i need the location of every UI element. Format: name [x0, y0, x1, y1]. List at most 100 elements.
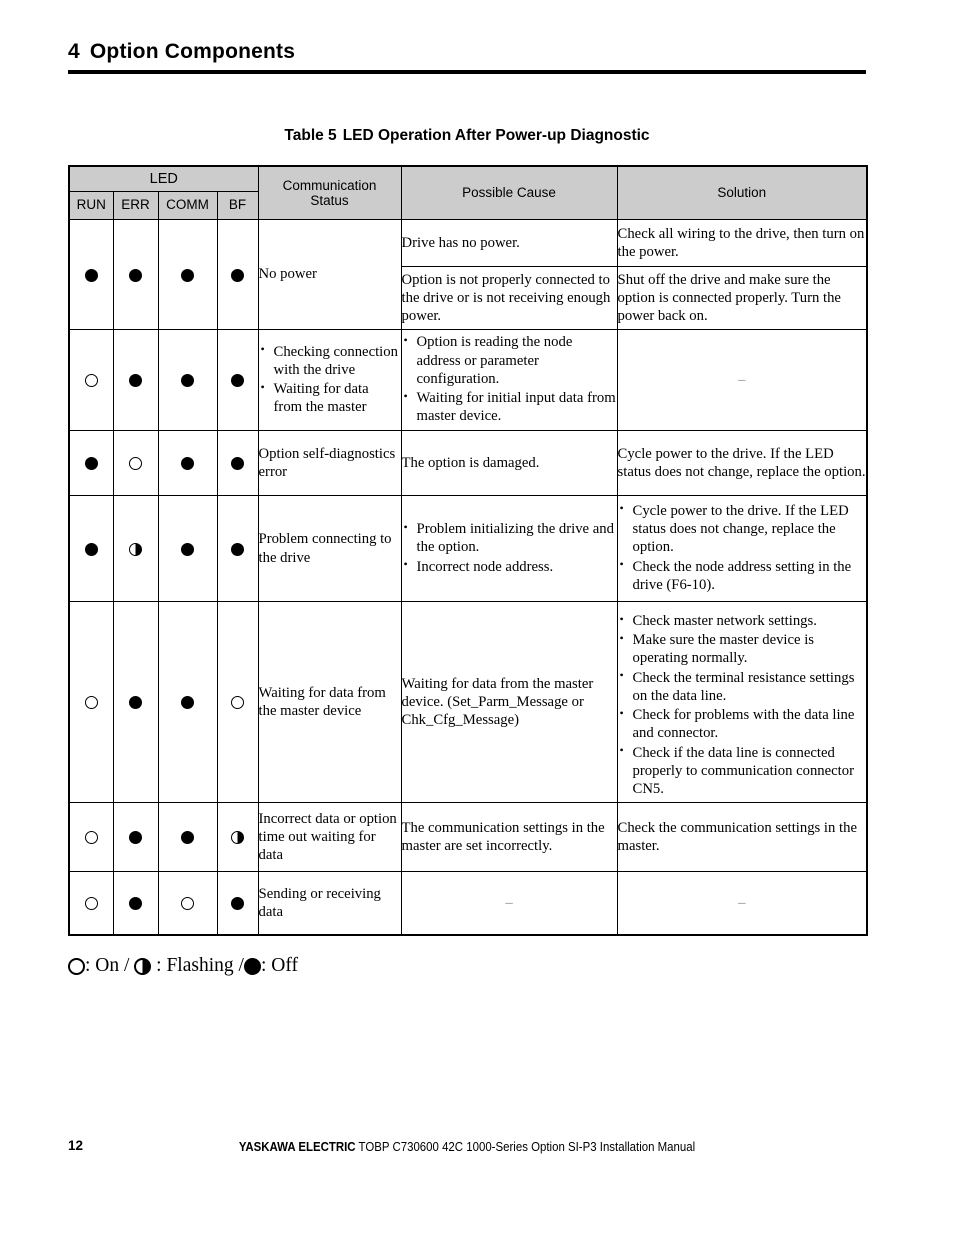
solution-list: Cycle power to the drive. If the LED sta…: [618, 501, 867, 594]
led-indicator-off-icon: [129, 831, 142, 845]
led-status-err: [112, 430, 159, 496]
led-status-comm: [157, 601, 218, 803]
cell-communication-status: Waiting for data from the master device: [257, 601, 402, 803]
list-item: Option is reading the node address or pa…: [402, 333, 617, 388]
led-indicator-off-icon: [129, 696, 142, 710]
legend-on-label: : On /: [85, 955, 130, 976]
led-indicator-on-icon: [84, 897, 98, 911]
page-number: 12: [68, 1138, 84, 1153]
cell-communication-status: Option self-diagnostics error: [257, 430, 402, 496]
cell-communication-status: Sending or receiving data: [257, 871, 402, 936]
led-status-comm: [157, 802, 218, 872]
header-divider: [68, 70, 866, 74]
led-status-comm: [157, 329, 218, 431]
led-status-err: [112, 219, 159, 330]
table-row: No power Drive has no power. Check all w…: [68, 219, 868, 330]
table-caption-label: Table 5: [284, 127, 337, 144]
led-indicator-off-icon: [231, 374, 245, 388]
table-row: Problem connecting to the drive Problem …: [68, 495, 868, 602]
led-indicator-off-icon: [84, 542, 98, 556]
led-indicator-on-icon: [84, 696, 98, 710]
communication-status-line-2: Status: [310, 193, 349, 208]
led-indicator-off-icon: [129, 897, 142, 911]
led-indicator-on-icon: [84, 374, 98, 388]
footer-brand: YASKAWA ELECTRIC: [238, 1139, 356, 1154]
led-indicator-on-icon: [181, 897, 194, 911]
cell-communication-status: No power: [257, 219, 402, 330]
page-title: 4 Option Components: [68, 40, 866, 70]
list-item: Check master network settings.: [618, 611, 867, 630]
table-body: No power Drive has no power. Check all w…: [68, 219, 868, 936]
led-status-comm: [157, 871, 218, 936]
column-header-led: LED: [68, 165, 259, 192]
footer-doc-text: TOBP C730600 42C 1000-Series Option SI-P…: [355, 1139, 696, 1154]
led-status-err: [112, 802, 159, 872]
list-item: Check the terminal resistance settings o…: [618, 668, 867, 705]
led-operation-table: LED Communication Status Possible Cause …: [68, 165, 869, 936]
led-status-bf: [216, 430, 259, 496]
list-item: Problem initializing the drive and the o…: [402, 520, 617, 556]
chapter-number: 4: [68, 40, 80, 63]
cell-possible-cause: Option is not properly connected to the …: [400, 266, 618, 330]
cell-possible-cause: Waiting for data from the master device.…: [400, 601, 618, 803]
cell-solution: Shut off the drive and make sure the opt…: [616, 266, 868, 330]
list-item: Incorrect node address.: [402, 557, 617, 576]
cell-solution: Check the communication settings in the …: [616, 802, 868, 872]
led-indicator-off-icon: [84, 457, 98, 471]
list-item: Check the node address setting in the dr…: [618, 557, 867, 594]
led-status-bf: [216, 219, 259, 330]
table-row: Waiting for data from the master device …: [68, 601, 868, 803]
communication-status-line-1: Communication: [282, 177, 377, 193]
cell-solution: Check all wiring to the drive, then turn…: [616, 219, 868, 267]
led-indicator-on-icon: [231, 696, 245, 710]
led-status-bf: [216, 495, 259, 602]
led-status-run: [68, 219, 114, 330]
list-item: Cycle power to the drive. If the LED sta…: [618, 501, 867, 557]
led-status-bf: [216, 802, 259, 872]
column-header-solution: Solution: [616, 165, 868, 220]
column-header-communication-status: Communication Status: [257, 165, 402, 220]
led-status-comm: [157, 495, 218, 602]
cell-solution: –: [616, 329, 868, 431]
column-header-err: ERR: [112, 191, 159, 220]
cell-communication-status: Incorrect data or option time out waitin…: [257, 802, 402, 872]
led-indicator-flashing-icon: [231, 831, 245, 845]
legend-off: : Off: [243, 955, 298, 977]
cell-communication-status: Checking connection with the drive Waiti…: [257, 329, 402, 431]
led-indicator-off-icon: [181, 268, 194, 282]
legend-off-label: : Off: [260, 955, 298, 976]
led-status-err: [112, 601, 159, 803]
led-indicator-off-icon: [181, 696, 194, 710]
chapter-title-text: Option Components: [89, 40, 296, 63]
table-row: Option self-diagnostics error The option…: [68, 430, 868, 496]
led-status-comm: [157, 219, 218, 330]
list-item: Waiting for initial input data from mast…: [402, 389, 617, 425]
led-status-run: [68, 329, 114, 431]
legend-flashing: : Flashing /: [134, 955, 244, 977]
led-status-run: [68, 430, 114, 496]
column-header-bf: BF: [216, 191, 259, 220]
led-indicator-off-icon: [84, 268, 98, 282]
led-indicator-off-icon: [181, 374, 194, 388]
cell-solution: Check master network settings. Make sure…: [616, 601, 868, 803]
led-indicator-off-icon: [231, 268, 245, 282]
led-status-run: [68, 871, 114, 936]
led-indicator-off-icon: [181, 542, 194, 556]
page-header: 4 Option Components: [68, 40, 866, 74]
solution-list: Check master network settings. Make sure…: [618, 611, 867, 798]
led-indicator-off-icon: [231, 897, 245, 911]
cell-possible-cause: Problem initializing the drive and the o…: [400, 495, 618, 602]
list-item: Check for problems with the data line an…: [618, 706, 867, 742]
cell-possible-cause: Option is reading the node address or pa…: [400, 329, 618, 431]
led-status-err: [112, 329, 159, 431]
cell-possible-cause: The communication settings in the master…: [400, 802, 618, 872]
table-row: Checking connection with the drive Waiti…: [68, 329, 868, 431]
cell-possible-cause: Drive has no power.: [400, 219, 618, 267]
communication-status-list: Checking connection with the drive Waiti…: [259, 342, 401, 417]
led-indicator-off-icon: [129, 374, 142, 388]
led-status-bf: [216, 601, 259, 803]
led-status-run: [68, 601, 114, 803]
column-header-possible-cause: Possible Cause: [400, 165, 618, 220]
cell-solution: –: [616, 871, 868, 936]
cell-solution: Cycle power to the drive. If the LED sta…: [616, 495, 868, 602]
